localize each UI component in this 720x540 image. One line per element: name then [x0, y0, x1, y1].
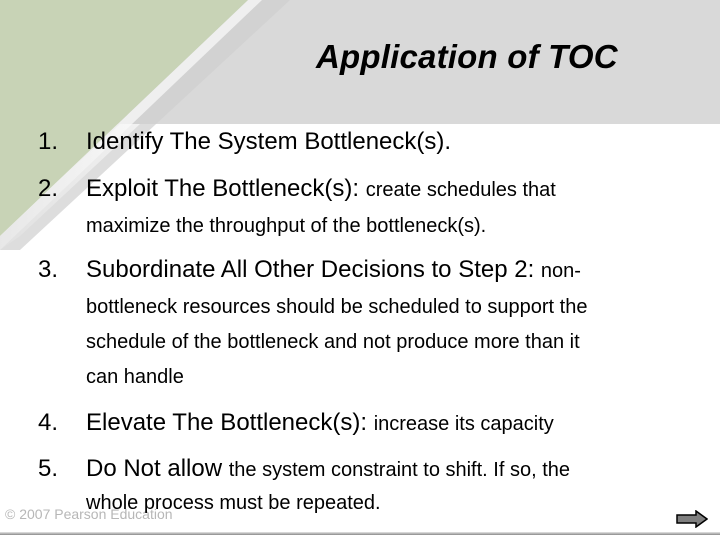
item-number: 1.	[38, 128, 59, 155]
item-rest: create schedules that	[365, 179, 556, 201]
item-lead: Do Not allow	[86, 455, 229, 482]
item-lead: Elevate The Bottleneck(s):	[86, 409, 374, 436]
item-rest: non-	[540, 260, 581, 282]
item-number: 5.	[38, 455, 59, 482]
steps-list: 1. Identify The System Bottleneck(s). 2.…	[0, 0, 720, 540]
item-text: Subordinate All Other Decisions to Step …	[86, 256, 581, 284]
item-continuation: bottleneck resources should be scheduled…	[86, 296, 588, 318]
item-text: Identify The System Bottleneck(s).	[86, 128, 451, 156]
item-rest: the system constraint to shift. If so, t…	[228, 459, 570, 481]
item-continuation: maximize the throughput of the bottlenec…	[86, 215, 487, 237]
item-continuation: whole process must be repeated.	[86, 492, 381, 514]
right-arrow-icon	[676, 509, 709, 529]
item-rest: increase its capacity	[373, 413, 554, 435]
item-continuation: can handle	[86, 366, 184, 388]
item-lead: Identify The System Bottleneck(s).	[86, 128, 452, 155]
item-text: Do Not allow the system constraint to sh…	[86, 455, 570, 483]
item-number: 2.	[38, 175, 59, 202]
item-number: 4.	[38, 409, 59, 436]
item-text: Elevate The Bottleneck(s): increase its …	[86, 409, 554, 437]
next-slide-button[interactable]	[676, 509, 709, 533]
item-continuation: schedule of the bottleneck and not produ…	[86, 331, 580, 353]
item-text: Exploit The Bottleneck(s): create schedu…	[86, 175, 556, 203]
item-lead: Subordinate All Other Decisions to Step …	[86, 256, 541, 283]
item-number: 3.	[38, 256, 59, 283]
item-lead: Exploit The Bottleneck(s):	[86, 175, 366, 202]
